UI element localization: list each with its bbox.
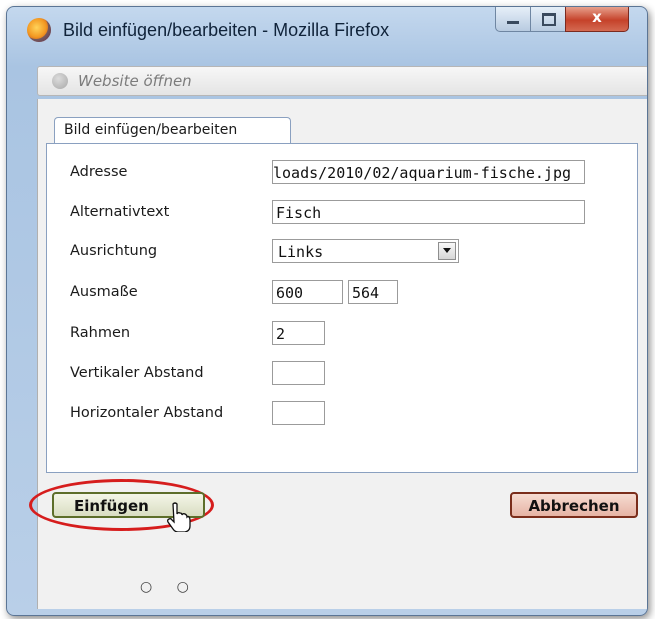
hspace-input[interactable]: [272, 401, 325, 425]
height-input[interactable]: 564: [348, 280, 398, 304]
alignment-select[interactable]: Links: [272, 239, 459, 263]
window-title: Bild einfügen/bearbeiten - Mozilla Firef…: [63, 20, 390, 40]
chevron-down-icon[interactable]: [438, 242, 456, 260]
alignment-label: Ausrichtung: [70, 243, 158, 259]
width-input[interactable]: 600: [272, 280, 343, 304]
tab-image-insert-edit[interactable]: Bild einfügen/bearbeiten: [54, 117, 291, 144]
alt-text-input[interactable]: Fisch: [272, 200, 585, 224]
hspace-label: Horizontaler Abstand: [70, 405, 224, 421]
globe-icon: [52, 73, 68, 89]
title-bar: Bild einfügen/bearbeiten - Mozilla Firef…: [7, 7, 647, 59]
firefox-icon: [27, 18, 51, 42]
url-text: Website öffnen: [78, 72, 192, 90]
close-button[interactable]: x: [565, 7, 629, 32]
vspace-label: Vertikaler Abstand: [70, 365, 204, 381]
alignment-value: Links: [278, 243, 324, 261]
alt-text-label: Alternativtext: [70, 204, 170, 220]
loading-dots: ○ ○: [140, 579, 199, 595]
border-label: Rahmen: [70, 325, 131, 341]
hand-cursor-icon: [167, 502, 191, 532]
address-input[interactable]: loads/2010/02/aquarium-fische.jpg: [272, 160, 585, 184]
cancel-button[interactable]: Abbrechen: [510, 492, 638, 518]
dialog-content: Bild einfügen/bearbeiten Adresse loads/2…: [29, 99, 647, 609]
tab-label: Bild einfügen/bearbeiten: [64, 122, 238, 138]
address-label: Adresse: [70, 164, 128, 180]
image-properties-panel: Adresse loads/2010/02/aquarium-fische.jp…: [46, 143, 638, 473]
vspace-input[interactable]: [272, 361, 325, 385]
url-bar[interactable]: Website öffnen: [37, 66, 647, 96]
border-input[interactable]: 2: [272, 321, 325, 345]
minimize-button[interactable]: [495, 7, 531, 32]
maximize-button[interactable]: [530, 7, 566, 32]
browser-popup-window: Bild einfügen/bearbeiten - Mozilla Firef…: [6, 6, 648, 616]
close-icon: x: [592, 8, 602, 26]
dimensions-label: Ausmaße: [70, 284, 138, 300]
